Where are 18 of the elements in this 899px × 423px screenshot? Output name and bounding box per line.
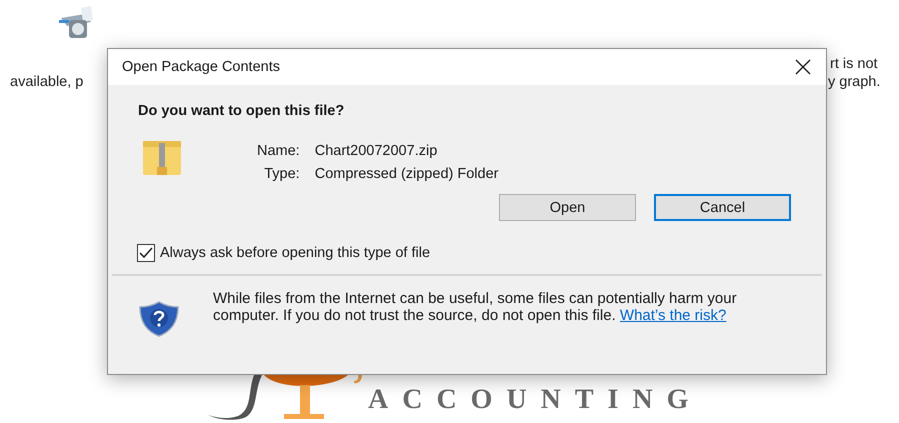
zip-folder-icon (143, 141, 181, 175)
shield-question-icon (138, 301, 180, 337)
page-text: available, p (10, 74, 84, 90)
risk-link[interactable]: What’s the risk? (620, 306, 726, 324)
field-value: Compressed (zipped) Folder (314, 166, 498, 182)
field-label: Type: (263, 166, 300, 182)
logo-text: ACCOUNTING (368, 384, 702, 416)
field-value: Chart20072007.zip (314, 143, 438, 159)
checkbox[interactable] (137, 244, 155, 262)
page-text: rt is not (830, 56, 878, 72)
window-title: Open Package Contents (122, 59, 280, 75)
field-label: Name: (257, 143, 300, 159)
dialog-button[interactable]: Open (499, 194, 636, 221)
dialog-button[interactable]: Cancel (654, 194, 791, 221)
page-text: y graph. (828, 74, 880, 90)
dialog-heading: Do you want to open this file? (138, 103, 346, 119)
warning-text: While files from the Internet can be useful, some files can potentially harm your computer. If you do not trust the source, do not open this file. What’s the risk? (213, 291, 738, 326)
checkbox-label[interactable]: Always ask before opening this type of file (160, 245, 430, 261)
